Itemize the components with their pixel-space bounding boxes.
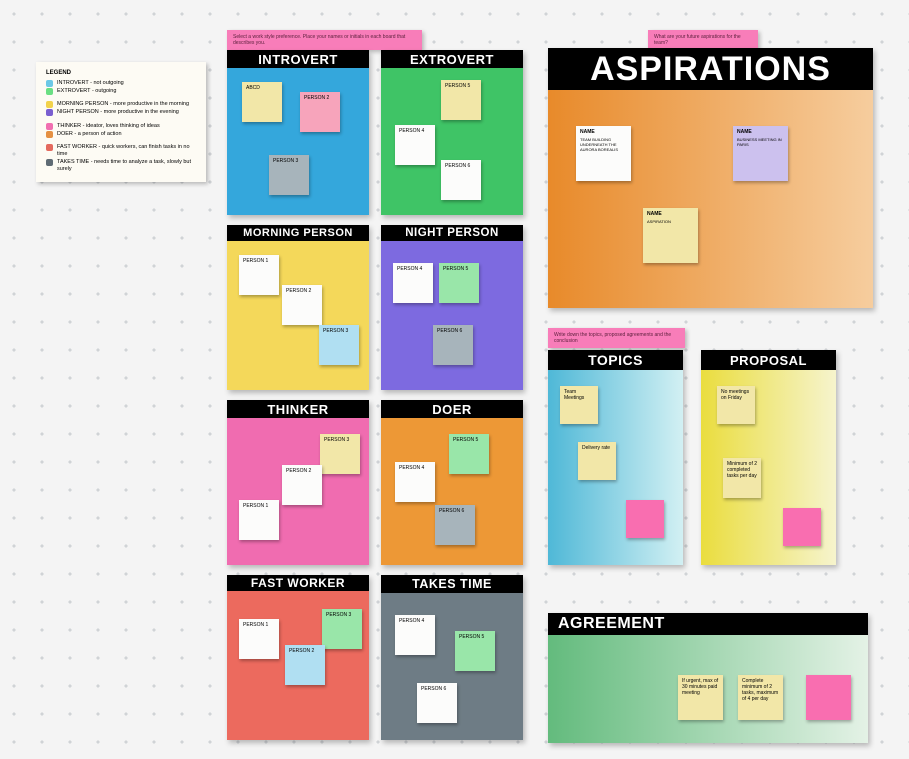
sticky-note[interactable]: Minimum of 2 completed tasks per day (723, 458, 761, 498)
sticky-note[interactable]: NAME BUSINESS MEETING IN PARIS (733, 126, 788, 181)
board-title: MORNING PERSON (227, 225, 369, 241)
board-title: NIGHT PERSON (381, 225, 523, 241)
sticky-note[interactable]: PERSON 6 (417, 683, 457, 723)
sticky-note[interactable]: PERSON 2 (282, 465, 322, 505)
board-aspirations[interactable]: ASPIRATIONS NAME TEAM BUILDING UNDERNEAT… (548, 48, 873, 308)
legend-item: INTROVERT - not outgoing (57, 80, 124, 87)
board-introvert[interactable]: INTROVERT ABCD PERSON 2 PERSON 3 (227, 50, 369, 215)
sticky-note[interactable]: PERSON 5 (449, 434, 489, 474)
board-agreement[interactable]: AGREEMENT If urgent, max of 30 minutes p… (548, 613, 868, 743)
sticky-note[interactable] (626, 500, 664, 538)
board-doer[interactable]: DOER PERSON 5 PERSON 4 PERSON 6 (381, 400, 523, 565)
sticky-note[interactable]: Team Meetings (560, 386, 598, 424)
label-aspirations[interactable]: What are your future aspirations for the… (648, 30, 758, 50)
sticky-note[interactable]: PERSON 6 (433, 325, 473, 365)
board-fast[interactable]: FAST WORKER PERSON 3 PERSON 1 PERSON 2 (227, 575, 369, 740)
sticky-note[interactable]: PERSON 4 (395, 462, 435, 502)
board-extrovert[interactable]: EXTROVERT PERSON 5 PERSON 4 PERSON 6 (381, 50, 523, 215)
legend-item: MORNING PERSON - more productive in the … (57, 101, 189, 108)
board-title: DOER (381, 400, 523, 418)
sticky-note[interactable]: Complete minimum of 2 tasks, maximum of … (738, 675, 783, 720)
sticky-note[interactable]: PERSON 4 (395, 615, 435, 655)
board-title: TAKES TIME (381, 575, 523, 593)
sticky-note[interactable]: No meetings on Friday (717, 386, 755, 424)
sticky-note[interactable]: PERSON 2 (282, 285, 322, 325)
sticky-note[interactable]: PERSON 6 (435, 505, 475, 545)
sticky-note[interactable]: NAME ASPIRATION (643, 208, 698, 263)
legend-item: TAKES TIME - needs time to analyze a tas… (57, 159, 196, 173)
board-takes-time[interactable]: TAKES TIME PERSON 4 PERSON 5 PERSON 6 (381, 575, 523, 740)
sticky-note[interactable]: PERSON 6 (441, 160, 481, 200)
board-title: FAST WORKER (227, 575, 369, 591)
board-title: THINKER (227, 400, 369, 418)
sticky-note[interactable]: PERSON 3 (319, 325, 359, 365)
sticky-note[interactable]: PERSON 1 (239, 500, 279, 540)
board-title: AGREEMENT (548, 613, 868, 635)
sticky-note[interactable]: PERSON 3 (320, 434, 360, 474)
sticky-note[interactable]: PERSON 2 (285, 645, 325, 685)
sticky-note[interactable]: PERSON 1 (239, 255, 279, 295)
board-proposal[interactable]: PROPOSAL No meetings on Friday Minimum o… (701, 350, 836, 565)
board-title: EXTROVERT (381, 50, 523, 68)
sticky-note[interactable] (806, 675, 851, 720)
sticky-note[interactable]: PERSON 4 (395, 125, 435, 165)
sticky-note[interactable]: PERSON 5 (441, 80, 481, 120)
note-body: ASPIRATION (647, 220, 694, 225)
board-morning[interactable]: MORNING PERSON PERSON 1 PERSON 2 PERSON … (227, 225, 369, 390)
sticky-note[interactable]: PERSON 3 (322, 609, 362, 649)
note-name: NAME (647, 211, 694, 217)
sticky-note[interactable]: NAME TEAM BUILDING UNDERNEATH THE AURORA… (576, 126, 631, 181)
legend-item: DOER - a person of action (57, 131, 122, 138)
legend-item: NIGHT PERSON - more productive in the ev… (57, 109, 179, 116)
label-work-style[interactable]: Select a work style preference. Place yo… (227, 30, 422, 50)
note-name: NAME (580, 129, 627, 135)
sticky-note[interactable]: PERSON 5 (455, 631, 495, 671)
note-body: BUSINESS MEETING IN PARIS (737, 138, 784, 148)
sticky-note[interactable]: Delivery rate (578, 442, 616, 480)
legend-item: EXTROVERT - outgoing (57, 88, 116, 95)
sticky-note[interactable] (783, 508, 821, 546)
legend-title: LEGEND (46, 70, 196, 76)
note-name: NAME (737, 129, 784, 135)
legend-card: LEGEND INTROVERT - not outgoing EXTROVER… (36, 62, 206, 182)
label-topics[interactable]: Write down the topics, proposed agreemen… (548, 328, 685, 348)
sticky-note[interactable]: PERSON 5 (439, 263, 479, 303)
sticky-note[interactable]: PERSON 4 (393, 263, 433, 303)
sticky-note[interactable]: If urgent, max of 30 minutes paid meetin… (678, 675, 723, 720)
sticky-note[interactable]: PERSON 3 (269, 155, 309, 195)
sticky-note[interactable]: PERSON 1 (239, 619, 279, 659)
board-title: PROPOSAL (701, 350, 836, 370)
legend-item: FAST WORKER - quick workers, can finish … (57, 144, 196, 158)
board-title: INTROVERT (227, 50, 369, 68)
note-body: TEAM BUILDING UNDERNEATH THE AURORA BORE… (580, 138, 627, 152)
board-topics[interactable]: TOPICS Team Meetings Delivery rate (548, 350, 683, 565)
sticky-note[interactable]: PERSON 2 (300, 92, 340, 132)
board-night[interactable]: NIGHT PERSON PERSON 4 PERSON 5 PERSON 6 (381, 225, 523, 390)
board-title: TOPICS (548, 350, 683, 370)
board-title: ASPIRATIONS (548, 48, 873, 90)
sticky-note[interactable]: ABCD (242, 82, 282, 122)
board-thinker[interactable]: THINKER PERSON 3 PERSON 2 PERSON 1 (227, 400, 369, 565)
legend-item: THINKER - ideator, loves thinking of ide… (57, 123, 160, 130)
